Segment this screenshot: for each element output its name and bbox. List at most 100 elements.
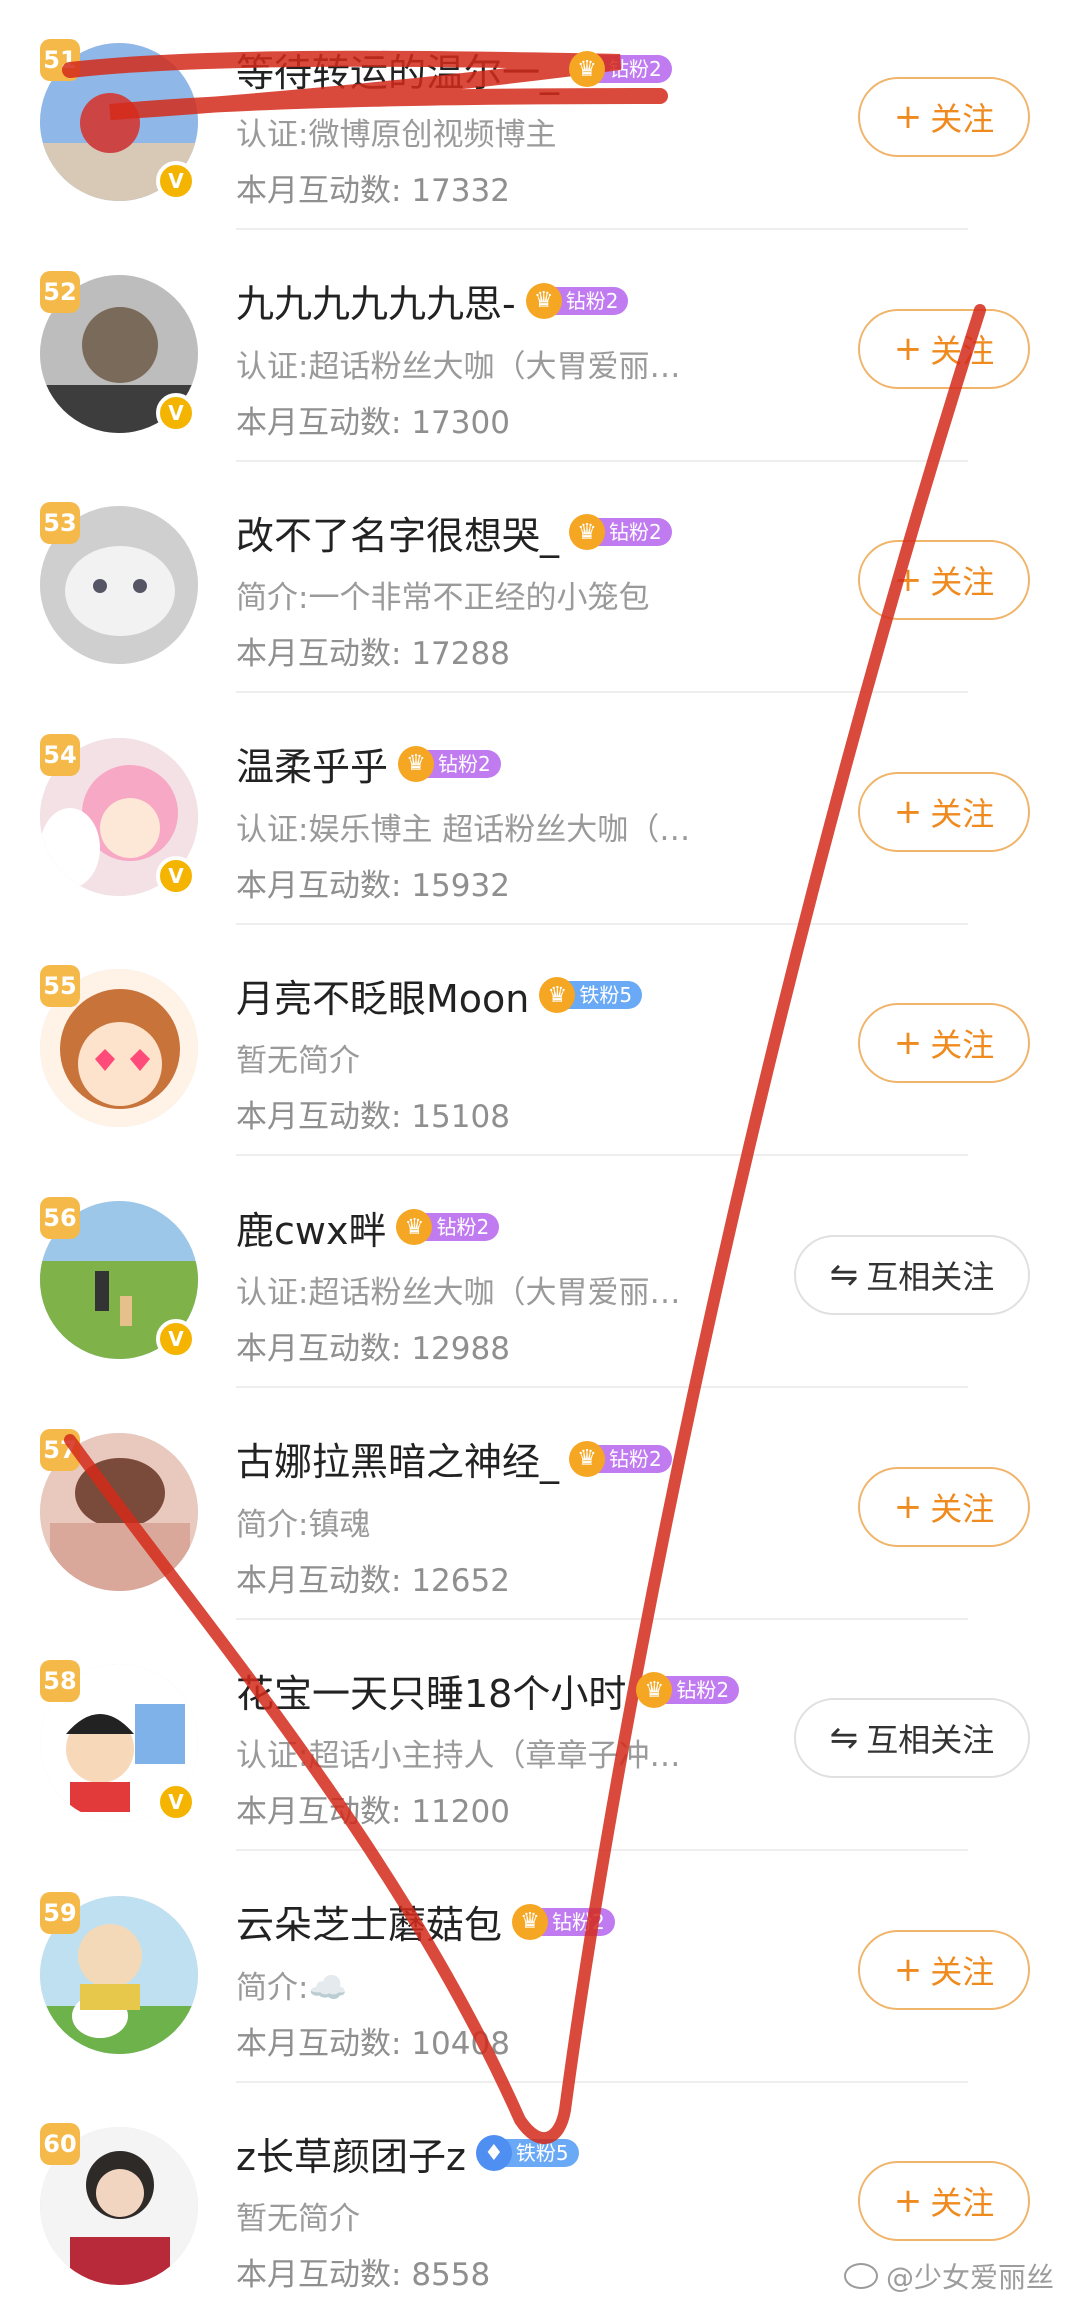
button-label: 关注 [930, 1026, 995, 1065]
avatar-container[interactable]: 55 [40, 965, 198, 1128]
count-value: 17288 [411, 636, 510, 673]
name-line: 月亮不眨眼Moon ♛ 铁粉5 [236, 967, 643, 1023]
username[interactable]: 改不了名字很想哭_ [236, 505, 559, 560]
watermark: @少女爱丽丝 [843, 2256, 1054, 2296]
username[interactable]: 古娜拉黑暗之神经_ [236, 1431, 559, 1486]
mutual-arrows-icon: ⇋ [829, 1718, 859, 1759]
avatar-container[interactable]: 60 [40, 2123, 198, 2286]
follow-button[interactable]: + 关注 [858, 1466, 1030, 1547]
crown-icon: ♛ [512, 1903, 549, 1940]
user-description: 认证:超话粉丝大咖（大胃爱丽… [236, 348, 681, 385]
monthly-interaction-count: 本月互动数: 17332 [236, 165, 510, 210]
avatar-container[interactable]: 56 V [40, 1197, 198, 1359]
monthly-interaction-count: 本月互动数: 17288 [236, 628, 510, 673]
count-value: 12652 [411, 1562, 510, 1599]
user-row[interactable]: 53 改不了名字很想哭_ ♛ 钻粉2 简介:一个非常不正经的小笼包 本月互动数:… [0, 464, 1080, 694]
button-label: 关注 [930, 1952, 995, 1991]
monthly-interaction-count: 本月互动数: 10408 [236, 2018, 510, 2063]
count-label: 本月互动数: [236, 636, 402, 673]
count-label: 本月互动数: [236, 1331, 402, 1367]
follow-button[interactable]: + 关注 [858, 540, 1030, 621]
count-label: 本月互动数: [236, 173, 402, 209]
username[interactable]: 云朵芝士蘑菇包 [236, 1894, 502, 1949]
verified-badge-icon: V [156, 1319, 196, 1359]
user-row[interactable]: 57 古娜拉黑暗之神经_ ♛ 钻粉2 简介:镇魂 本月互动数: 12652 + … [0, 1391, 1080, 1620]
username[interactable]: 温柔乎乎 [236, 736, 388, 791]
button-label: 互相关注 [866, 1721, 995, 1760]
follow-button[interactable]: + 关注 [858, 2161, 1030, 2242]
row-divider [236, 2080, 968, 2083]
row-divider [236, 1386, 968, 1388]
name-line: 花宝一天只睡18个小时 ♛ 钻粉2 [236, 1662, 740, 1718]
username[interactable]: 月亮不眨眼Moon [236, 968, 529, 1023]
username[interactable]: 等待转运的温尔一_ [236, 42, 559, 97]
count-label: 本月互动数: [236, 1099, 402, 1136]
rank-badge: 59 [40, 1891, 80, 1934]
count-value: 12988 [411, 1331, 510, 1367]
fan-level-badge: ♛ 钻粉2 [569, 50, 672, 88]
count-label: 本月互动数: [236, 2025, 402, 2062]
crown-icon: ♛ [569, 514, 606, 551]
monthly-interaction-count: 本月互动数: 17300 [236, 397, 510, 442]
rank-badge: 57 [40, 1428, 80, 1471]
fan-level-badge: ♛ 钻粉2 [569, 513, 672, 551]
username[interactable]: 鹿cwx畔 [236, 1200, 386, 1255]
username[interactable]: 花宝一天只睡18个小时 [236, 1663, 626, 1718]
row-divider [236, 459, 968, 462]
mutual-arrows-icon: ⇋ [829, 1255, 859, 1295]
plus-icon: + [893, 1949, 923, 1990]
plus-icon: + [893, 328, 923, 369]
plus-icon: + [893, 1486, 923, 1527]
count-label: 本月互动数: [236, 1562, 402, 1599]
plus-icon: + [893, 560, 923, 601]
user-row[interactable]: 52 V 九九九九九九思- ♛ 钻粉2 认证:超话粉丝大咖（大胃爱丽… 本月互动… [0, 233, 1080, 462]
avatar-container[interactable]: 52 V [40, 270, 198, 433]
button-label: 关注 [930, 1489, 995, 1528]
username[interactable]: z长草颜团子z [236, 2126, 466, 2181]
mutual-follow-button[interactable]: ⇋ 互相关注 [794, 1235, 1030, 1315]
user-description: 认证:娱乐博主 超话粉丝大咖（… [236, 811, 691, 848]
crown-icon: ♛ [569, 1440, 606, 1477]
username[interactable]: 九九九九九九思- [236, 273, 516, 328]
user-description: 简介:一个非常不正经的小笼包 [236, 580, 650, 617]
avatar-container[interactable]: 58 V [40, 1660, 198, 1823]
avatar-container[interactable]: 54 V [40, 733, 198, 896]
name-line: 九九九九九九思- ♛ 钻粉2 [236, 273, 629, 329]
crown-icon: ♛ [569, 51, 606, 87]
follow-button[interactable]: + 关注 [858, 77, 1030, 157]
follow-button[interactable]: + 关注 [858, 771, 1030, 852]
user-description: 简介:☁️ [236, 1969, 348, 2006]
follow-button[interactable]: + 关注 [858, 1003, 1030, 1084]
user-row[interactable]: 58 V 花宝一天只睡18个小时 ♛ 钻粉2 认证:超话小主持人（章章子冲… 本… [0, 1622, 1080, 1852]
user-row[interactable]: 54 V 温柔乎乎 ♛ 钻粉2 认证:娱乐博主 超话粉丝大咖（… 本月互动数: … [0, 696, 1080, 925]
count-label: 本月互动数: [236, 867, 402, 904]
user-row[interactable]: 55 月亮不眨眼Moon ♛ 铁粉5 暂无简介 本月互动数: 15108 + 关… [0, 927, 1080, 1157]
row-divider [236, 922, 968, 925]
name-line: 温柔乎乎 ♛ 钻粉2 [236, 736, 501, 792]
name-line: 等待转运的温尔一_ ♛ 钻粉2 [236, 41, 672, 97]
name-line: 云朵芝士蘑菇包 ♛ 钻粉2 [236, 1894, 615, 1950]
monthly-interaction-count: 本月互动数: 15932 [236, 860, 510, 905]
user-description: 简介:镇魂 [236, 1506, 371, 1543]
avatar-container[interactable]: 57 [40, 1428, 198, 1591]
mutual-follow-button[interactable]: ⇋ 互相关注 [794, 1698, 1030, 1779]
rank-badge: 60 [40, 2123, 80, 2166]
follow-button[interactable]: + 关注 [858, 308, 1030, 389]
plus-icon: + [893, 791, 923, 832]
row-divider [236, 691, 968, 694]
user-description: 认证:微博原创视频博主 [236, 117, 557, 153]
count-value: 8558 [411, 2257, 491, 2294]
row-divider [236, 1617, 968, 1620]
button-label: 关注 [930, 100, 995, 138]
follow-button[interactable]: + 关注 [858, 1929, 1030, 2010]
avatar-container[interactable]: 53 [40, 502, 198, 665]
user-row[interactable]: 59 云朵芝士蘑菇包 ♛ 钻粉2 简介:☁️ 本月互动数: 10408 + 关注 [0, 1854, 1080, 2083]
monthly-interaction-count: 本月互动数: 12988 [236, 1323, 510, 1368]
count-label: 本月互动数: [236, 404, 402, 441]
avatar-container[interactable]: 51 V [40, 39, 198, 201]
avatar-container[interactable]: 59 [40, 1891, 198, 2054]
user-row[interactable]: 51 V 等待转运的温尔一_ ♛ 钻粉2 认证:微博原创视频博主 本月互动数: … [0, 1, 1080, 230]
user-row[interactable]: 56 V 鹿cwx畔 ♛ 钻粉2 认证:超话粉丝大咖（大胃爱丽… 本月互动数: … [0, 1159, 1080, 1388]
fan-level-badge: ♛ 钻粉2 [525, 282, 629, 320]
fan-level-badge: ♛ 钻粉2 [512, 1903, 615, 1941]
